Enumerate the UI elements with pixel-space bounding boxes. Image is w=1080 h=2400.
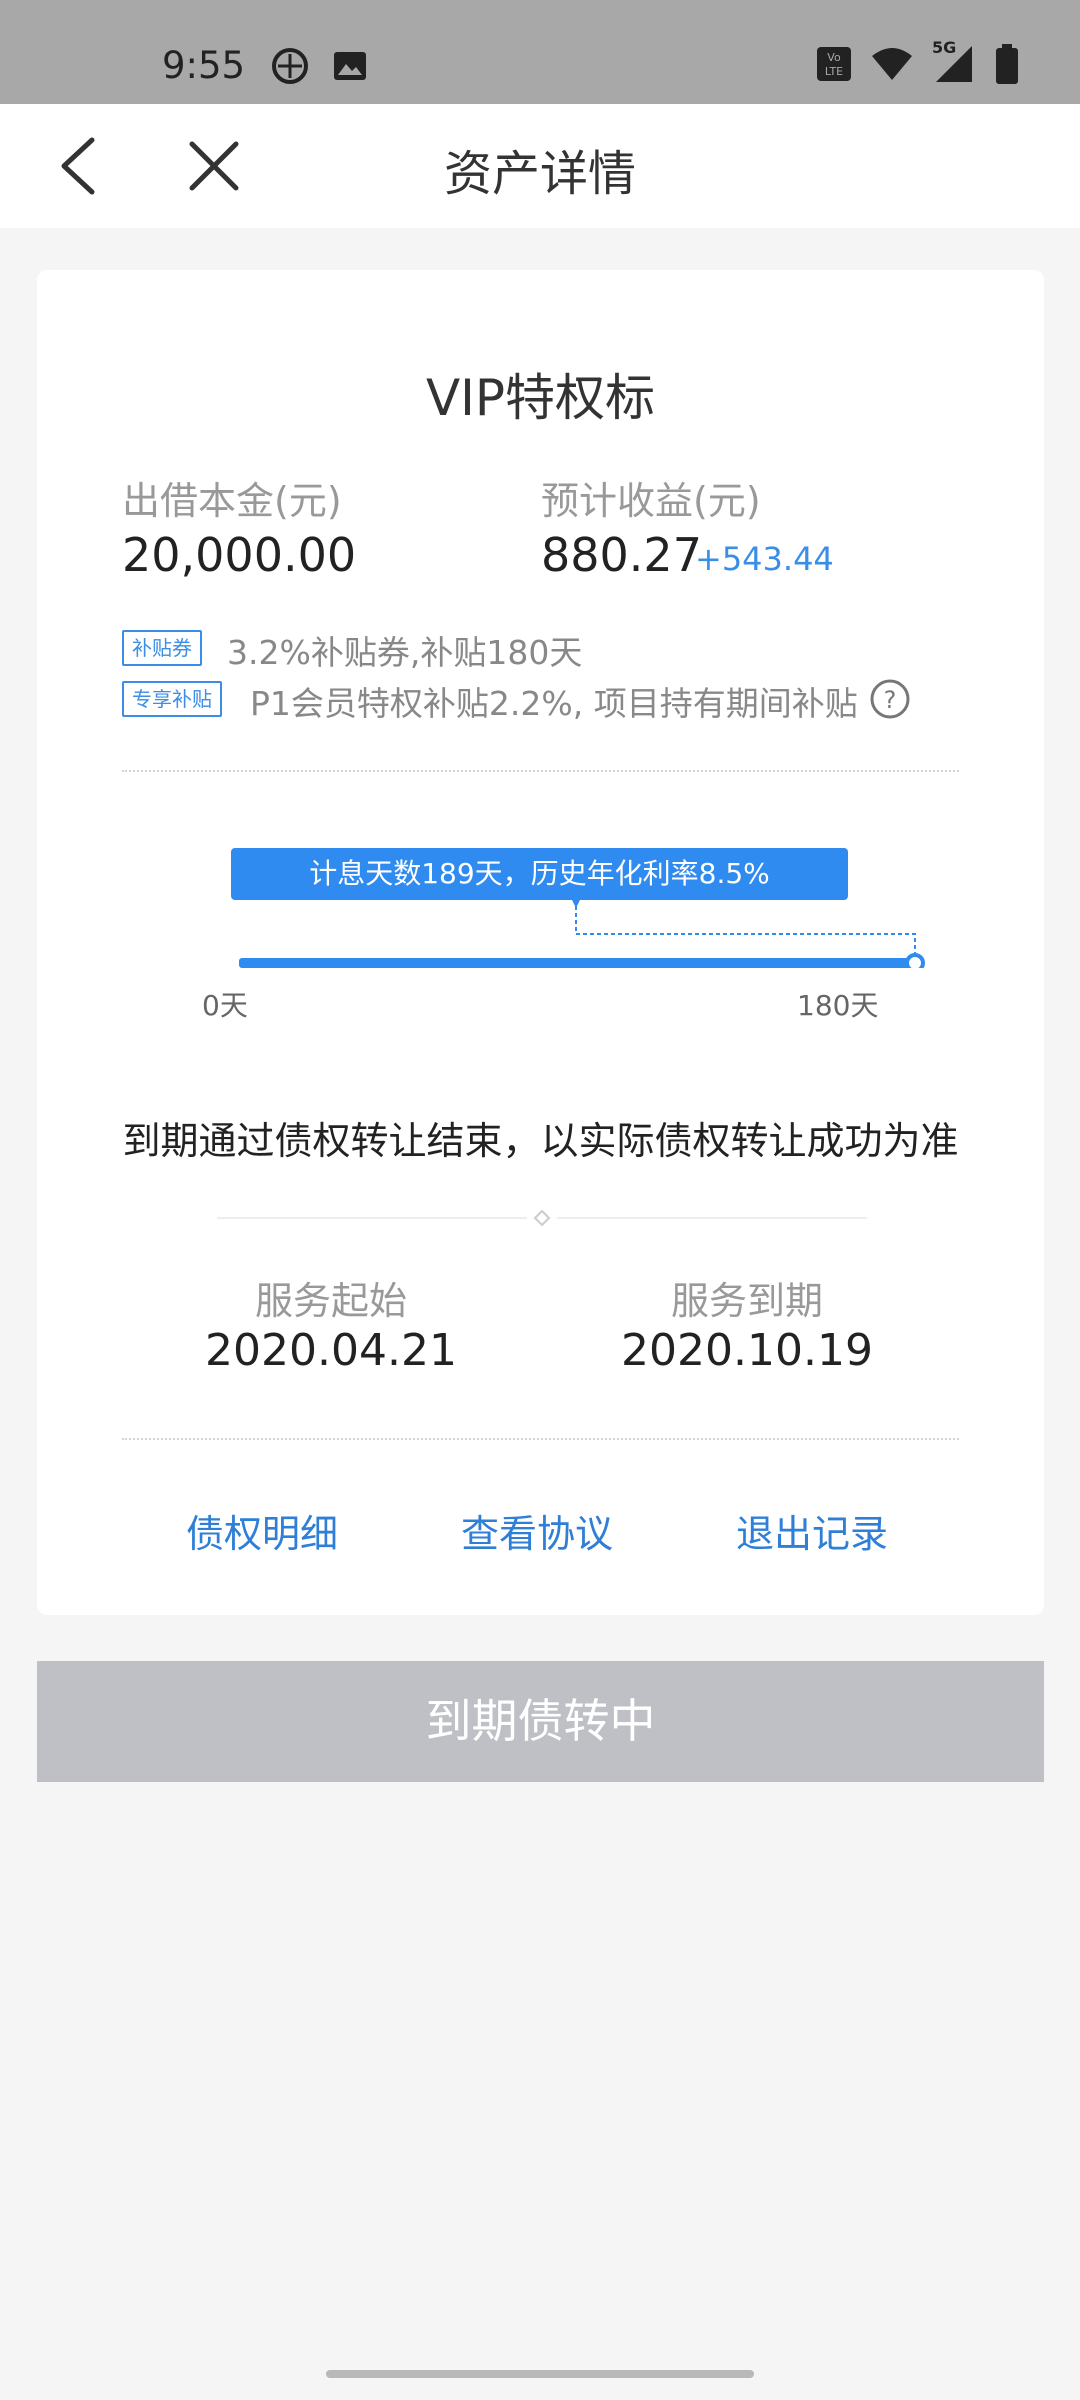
exit-records-link[interactable]: 退出记录	[702, 1503, 922, 1558]
service-end-label: 服务到期	[670, 1279, 823, 1323]
help-icon[interactable]: ?	[869, 678, 911, 720]
maturity-note: 到期通过债权转让结束，以实际债权转让成功为准	[122, 1119, 959, 1163]
home-indicator[interactable]	[326, 2370, 754, 2378]
service-start-label: 服务起始	[254, 1279, 407, 1323]
volte-icon: Vo LTE	[817, 47, 851, 81]
service-start-value: 2020.04.21	[205, 1325, 457, 1376]
network-label: 5G	[932, 38, 957, 57]
exclusive-subsidy-text: P1会员特权补贴2.2%, 项目持有期间补贴	[250, 684, 858, 723]
debt-details-link[interactable]: 债权明细	[152, 1503, 372, 1558]
status-bar: 9:55 Vo LTE 5G	[0, 0, 1080, 104]
vpn-shield-icon	[272, 48, 308, 84]
income-label: 预计收益(元)	[541, 479, 761, 523]
svg-text:Vo: Vo	[827, 51, 841, 64]
image-icon	[334, 52, 366, 80]
divider	[122, 770, 959, 772]
income-value: 880.27	[541, 528, 702, 582]
page-title: 资产详情	[443, 146, 636, 202]
svg-text:?: ?	[884, 686, 897, 714]
principal-value: 20,000.00	[122, 528, 357, 582]
service-end-value: 2020.10.19	[621, 1325, 873, 1376]
battery-icon	[996, 44, 1018, 84]
axis-start-label: 0天	[202, 989, 248, 1022]
status-icons: Vo LTE 5G	[816, 38, 1020, 84]
divider	[122, 1438, 959, 1440]
subsidy-coupon-tag: 补贴券	[122, 630, 202, 666]
interest-tooltip: 计息天数189天，历史年化利率8.5%	[231, 848, 848, 900]
maturity-transfer-button[interactable]: 到期债转中	[37, 1661, 1044, 1782]
product-title: VIP特权标	[425, 369, 656, 427]
asset-card: VIP特权标 出借本金(元) 20,000.00 预计收益(元) 880.27 …	[37, 270, 1044, 1615]
svg-text:LTE: LTE	[825, 65, 843, 78]
status-time: 9:55	[162, 44, 246, 87]
term-progress-bar	[239, 898, 925, 968]
axis-end-label: 180天	[797, 989, 879, 1022]
5g-signal-icon: 5G	[932, 38, 976, 84]
diamond-divider	[217, 1209, 867, 1227]
income-extra: +543.44	[695, 540, 834, 578]
exclusive-subsidy-tag: 专享补贴	[122, 681, 222, 717]
view-agreement-link[interactable]: 查看协议	[427, 1503, 647, 1558]
subsidy-coupon-text: 3.2%补贴券,补贴180天	[227, 633, 583, 672]
app-header: 资产详情	[0, 104, 1080, 228]
principal-label: 出借本金(元)	[122, 479, 342, 523]
wifi-icon	[872, 48, 912, 80]
